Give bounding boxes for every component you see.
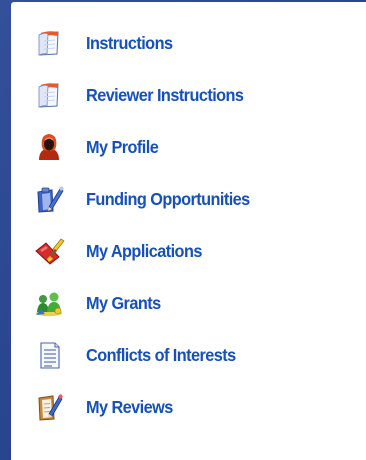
- navigation-menu: Instructions Reviewer Instructions My Pr…: [33, 29, 262, 421]
- money-people-icon: [33, 289, 65, 317]
- user-profile-icon: [33, 133, 65, 161]
- menu-item-label: My Profile: [86, 136, 159, 157]
- menu-item-label: My Applications: [86, 240, 202, 261]
- menu-item-my-profile[interactable]: My Profile: [33, 133, 262, 161]
- menu-item-my-applications[interactable]: My Applications: [33, 237, 262, 265]
- review-notepad-icon: [33, 393, 65, 421]
- menu-item-label: Funding Opportunities: [86, 188, 250, 209]
- brush-tools-icon: [33, 237, 65, 265]
- menu-item-label: Reviewer Instructions: [86, 84, 244, 105]
- menu-item-label: Conflicts of Interests: [86, 344, 236, 365]
- menu-item-my-reviews[interactable]: My Reviews: [33, 393, 262, 421]
- menu-item-label: My Grants: [86, 292, 161, 313]
- lined-document-icon: [33, 341, 65, 369]
- menu-item-label: Instructions: [86, 32, 173, 53]
- menu-item-funding-opportunities[interactable]: Funding Opportunities: [33, 185, 262, 213]
- clipboard-pencil-icon: [33, 185, 65, 213]
- navigation-panel: Instructions Reviewer Instructions My Pr…: [11, 2, 366, 460]
- document-icon: [33, 81, 65, 109]
- menu-item-label: My Reviews: [86, 396, 173, 417]
- menu-item-conflicts-of-interests[interactable]: Conflicts of Interests: [33, 341, 262, 369]
- menu-item-instructions[interactable]: Instructions: [33, 29, 262, 57]
- menu-item-reviewer-instructions[interactable]: Reviewer Instructions: [33, 81, 262, 109]
- document-icon: [33, 29, 65, 57]
- menu-item-my-grants[interactable]: My Grants: [33, 289, 262, 317]
